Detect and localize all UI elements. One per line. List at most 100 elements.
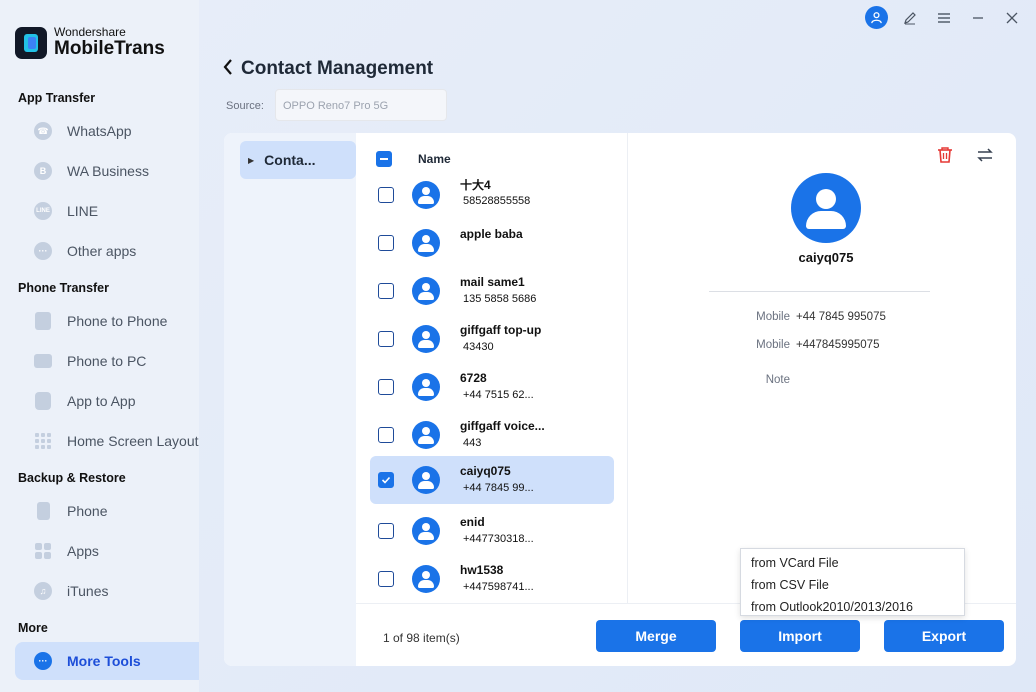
menu-item-vcard[interactable]: from VCard File [741, 552, 964, 574]
close-icon[interactable] [1000, 7, 1024, 29]
sidebar-item-label: LINE [67, 203, 99, 219]
contact-avatar-icon [412, 421, 440, 449]
select-all-checkbox[interactable] [376, 151, 392, 167]
table-row[interactable]: giffgaff top-up 43430 [370, 315, 614, 363]
minimize-icon[interactable] [966, 7, 990, 29]
row-checkbox[interactable] [378, 235, 394, 251]
export-button[interactable]: Export [884, 620, 1004, 652]
sidebar-item-wa-business[interactable]: B WA Business [15, 152, 199, 190]
wa-business-icon: B [33, 161, 53, 181]
contact-phone: 135 5858 5686 [463, 293, 537, 305]
line-icon: LINE [33, 201, 53, 221]
menu-icon[interactable] [932, 7, 956, 29]
table-row[interactable]: 6728 +44 7515 62... [370, 363, 614, 411]
contact-name: apple baba [460, 227, 523, 241]
menu-item-outlook[interactable]: from Outlook2010/2013/2016 [741, 596, 964, 618]
swap-icon[interactable] [976, 146, 994, 167]
table-row[interactable]: mail same1 135 5858 5686 [370, 267, 614, 315]
section-title-app-transfer: App Transfer [18, 91, 96, 105]
row-checkbox[interactable] [378, 427, 394, 443]
whatsapp-icon: ☎ [33, 121, 53, 141]
import-button[interactable]: Import [740, 620, 860, 652]
account-icon[interactable] [865, 6, 888, 29]
contact-list: 十大4 58528855558 apple baba mail same1 13… [356, 133, 628, 603]
contact-name: hw1538 [460, 563, 504, 577]
more-tools-icon: ··· [33, 651, 53, 671]
folder-column: ▶ Conta... [224, 133, 356, 666]
contact-name: giffgaff voice... [460, 419, 545, 433]
sidebar-item-whatsapp[interactable]: ☎ WhatsApp [15, 112, 199, 150]
sidebar-item-label: More Tools [67, 653, 141, 669]
table-row[interactable]: hw1538 +447598741... [370, 555, 614, 603]
brand-line2: MobileTrans [54, 38, 165, 59]
sidebar-item-app-to-app[interactable]: App to App [15, 382, 199, 420]
folder-label: Conta... [264, 152, 316, 168]
row-checkbox[interactable] [378, 571, 394, 587]
trash-icon[interactable] [936, 146, 954, 167]
row-checkbox[interactable] [378, 379, 394, 395]
detail-field-label: Mobile [756, 311, 790, 323]
contact-phone: 58528855558 [463, 195, 531, 207]
contact-phone: +447730318... [463, 533, 534, 545]
phone-backup-icon [33, 501, 53, 521]
back-chevron-icon[interactable] [222, 57, 234, 83]
sidebar-item-label: Phone to PC [67, 353, 147, 369]
table-row[interactable]: enid +447730318... [370, 507, 614, 555]
contact-name: 6728 [460, 371, 487, 385]
sidebar-item-label: WhatsApp [67, 123, 132, 139]
sidebar-item-label: WA Business [67, 163, 149, 179]
sidebar-item-other-apps[interactable]: ··· Other apps [15, 232, 199, 270]
table-row[interactable]: giffgaff voice... 443 [370, 411, 614, 459]
detail-contact-name: caiyq075 [798, 250, 854, 265]
contact-phone: +447598741... [463, 581, 534, 593]
column-header-name: Name [418, 152, 451, 166]
row-checkbox[interactable] [378, 331, 394, 347]
menu-item-csv[interactable]: from CSV File [741, 574, 964, 596]
section-title-backup-restore: Backup & Restore [18, 471, 126, 485]
sidebar-item-line[interactable]: LINE LINE [15, 192, 199, 230]
row-checkbox[interactable] [378, 187, 394, 203]
detail-field-value: +44 7845 995075 [796, 311, 886, 323]
table-row[interactable]: caiyq075 +44 7845 99... [370, 456, 614, 504]
detail-field-value: +447845995075 [796, 339, 880, 351]
sidebar-item-phone-to-phone[interactable]: Phone to Phone [15, 302, 199, 340]
itunes-icon: ♫ [33, 581, 53, 601]
sidebar-item-apps[interactable]: Apps [15, 532, 199, 570]
sidebar-item-label: App to App [67, 393, 136, 409]
contact-name: caiyq075 [460, 464, 511, 478]
contact-name: enid [460, 515, 485, 529]
contact-phone: 43430 [463, 341, 494, 353]
sidebar-item-label: iTunes [67, 583, 109, 599]
source-device-field[interactable]: OPPO Reno7 Pro 5G [275, 89, 447, 121]
contact-phone: +44 7845 99... [463, 482, 534, 494]
list-header: Name [356, 133, 627, 179]
contact-name: mail same1 [460, 275, 525, 289]
sidebar-item-home-screen-layout[interactable]: Home Screen Layout [15, 422, 199, 460]
import-dropdown-menu: from VCard File from CSV File from Outlo… [740, 548, 965, 616]
caret-right-icon: ▶ [248, 155, 255, 165]
sidebar-item-itunes[interactable]: ♫ iTunes [15, 572, 199, 610]
table-row[interactable]: apple baba [370, 219, 614, 267]
brand: Wondershare MobileTrans [15, 26, 165, 59]
sidebar-item-label: Other apps [67, 243, 137, 259]
contact-phone: +44 7515 62... [463, 389, 534, 401]
apps-backup-icon [33, 541, 53, 561]
phone-to-pc-icon [33, 351, 53, 371]
row-checkbox[interactable] [378, 283, 394, 299]
mobiletrans-logo-icon [15, 26, 47, 59]
sidebar-item-phone[interactable]: Phone [15, 492, 199, 530]
contact-detail-avatar-icon [791, 173, 861, 243]
edit-icon[interactable] [898, 7, 922, 29]
row-checkbox[interactable] [378, 523, 394, 539]
contact-avatar-icon [412, 325, 440, 353]
contact-avatar-icon [412, 565, 440, 593]
window-controls [865, 6, 1024, 29]
sidebar-item-label: Apps [67, 543, 99, 559]
contact-avatar-icon [412, 517, 440, 545]
contact-avatar-icon [412, 466, 440, 494]
merge-button[interactable]: Merge [596, 620, 716, 652]
sidebar-item-phone-to-pc[interactable]: Phone to PC [15, 342, 199, 380]
sidebar-item-more-tools[interactable]: ··· More Tools [15, 642, 199, 680]
folder-item-contacts[interactable]: ▶ Conta... [240, 141, 356, 179]
row-checkbox[interactable] [378, 472, 394, 488]
